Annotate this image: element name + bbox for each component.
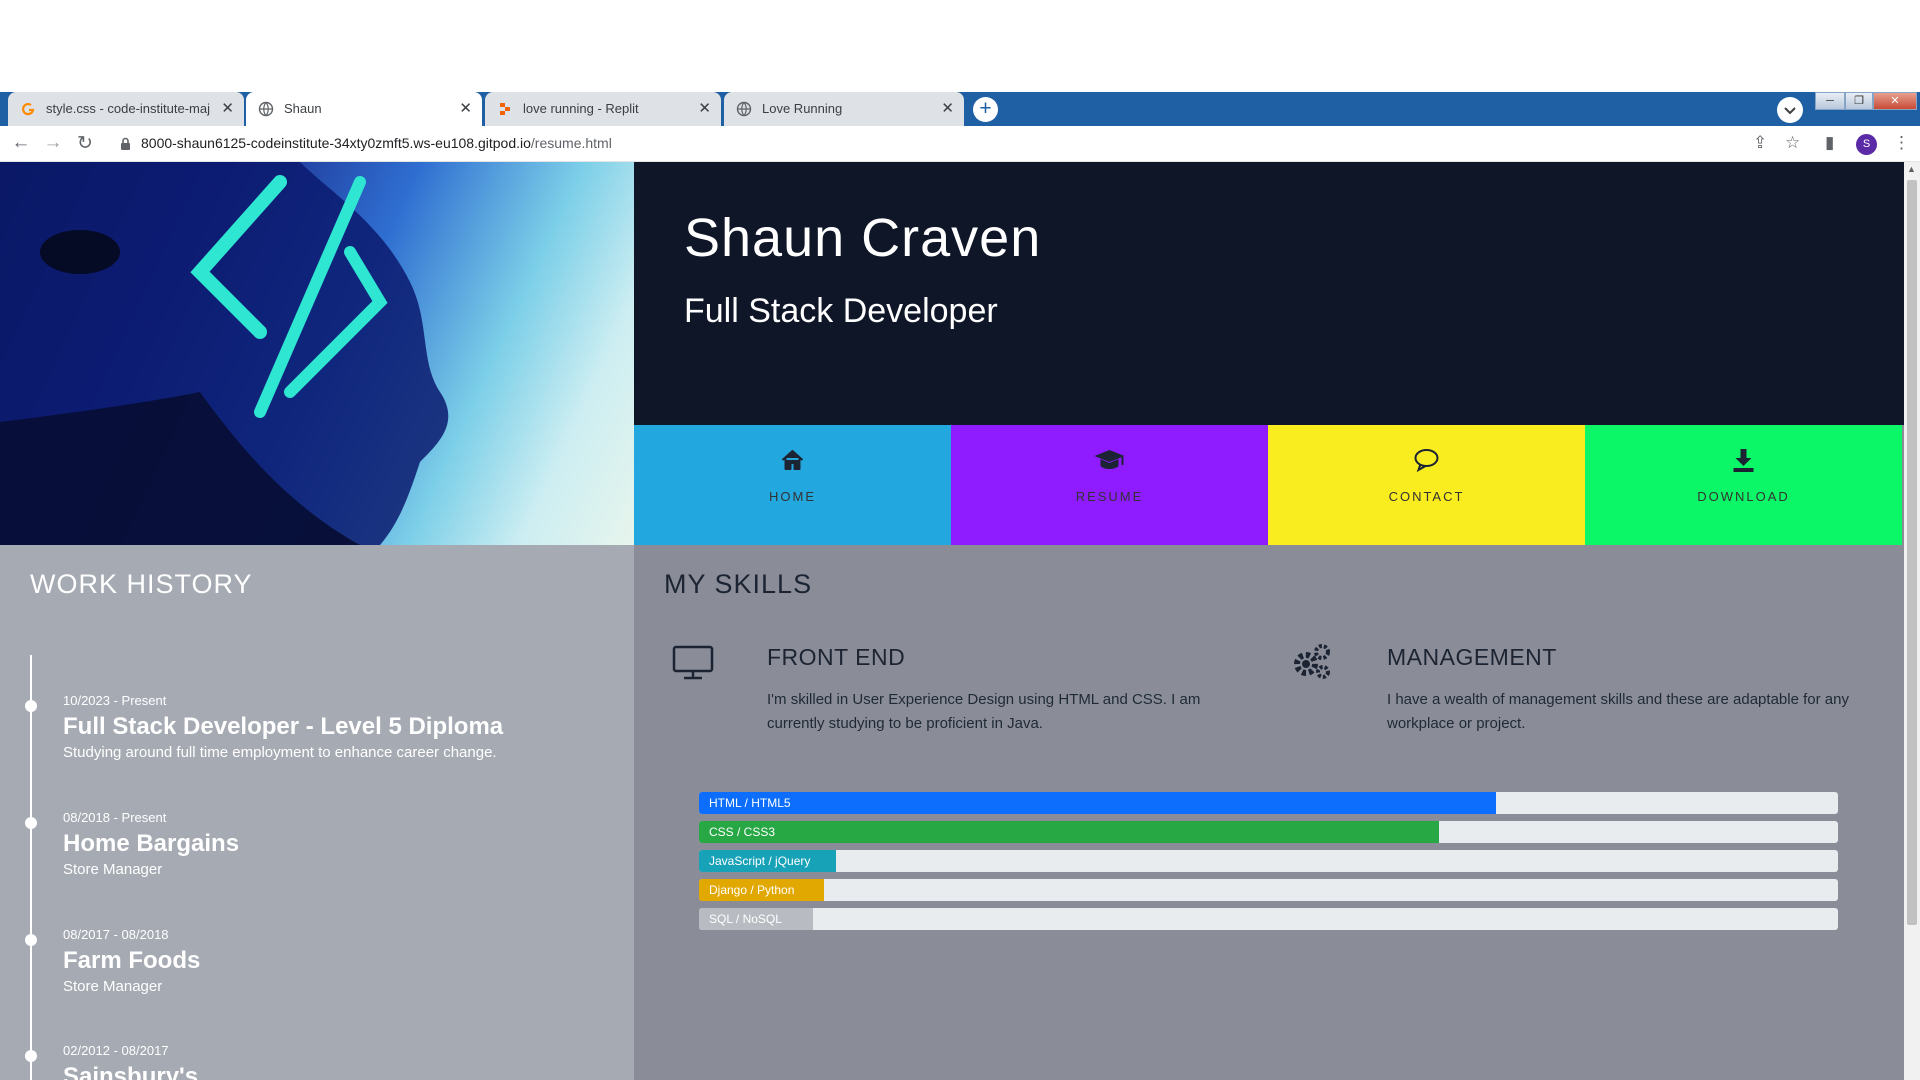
skill-bar-html: HTML / HTML5 xyxy=(699,792,1838,814)
browser-toolbar: ← → ↻ 8000-shaun6125-codeinstitute-34xty… xyxy=(0,126,1920,162)
skill-description: I'm skilled in User Experience Design us… xyxy=(767,691,1201,732)
job-dates: 02/2012 - 08/2017 xyxy=(63,1043,169,1058)
tab-title: style.css - code-institute-major-p xyxy=(46,101,210,116)
job-dates: 10/2023 - Present xyxy=(63,693,167,708)
section-title: WORK HISTORY xyxy=(30,569,253,599)
side-panel-icon[interactable]: ▮ xyxy=(1825,133,1834,153)
profile-photo xyxy=(0,162,634,545)
scroll-up-arrow-icon[interactable]: ▲ xyxy=(1907,164,1916,174)
skill-bar-label: SQL / NoSQL xyxy=(709,912,782,926)
skill-bar-label: JavaScript / jQuery xyxy=(709,854,811,868)
back-icon[interactable]: ← xyxy=(9,132,33,154)
address-bar[interactable]: 8000-shaun6125-codeinstitute-34xty0zmft5… xyxy=(141,135,612,151)
job-description: Store Manager xyxy=(63,861,163,878)
page-title: Shaun Craven xyxy=(684,208,1042,268)
skill-bar-javascript: JavaScript / jQuery xyxy=(699,850,1838,872)
nav-contact[interactable]: CONTACT xyxy=(1268,425,1585,545)
close-window-button[interactable]: ✕ xyxy=(1873,92,1917,110)
job-title: Sainsbury's xyxy=(63,1063,199,1080)
skill-heading: MANAGEMENT xyxy=(1387,644,1557,670)
header-panel: Shaun Craven Full Stack Developer xyxy=(634,162,1904,425)
home-icon xyxy=(781,450,804,470)
close-icon[interactable]: ✕ xyxy=(459,99,472,117)
skill-bar-label: CSS / CSS3 xyxy=(709,825,776,839)
globe-favicon xyxy=(258,101,274,117)
tab-title: Love Running xyxy=(762,101,843,116)
skill-bar-label: Django / Python xyxy=(709,883,795,897)
skill-bar-django: Django / Python xyxy=(699,879,1838,901)
tab-title: Shaun xyxy=(284,101,322,116)
url-path: /resume.html xyxy=(530,135,612,151)
menu-kebab-icon[interactable]: ⋮ xyxy=(1893,133,1910,153)
graduation-cap-icon xyxy=(1094,450,1125,469)
profile-portrait-image xyxy=(0,162,449,545)
skill-bar-sql: SQL / NoSQL xyxy=(699,908,1838,930)
tab-replit[interactable]: love running - Replit ✕ xyxy=(485,92,721,126)
timeline-dot xyxy=(25,1050,37,1062)
new-tab-button[interactable]: + xyxy=(973,97,998,122)
close-icon[interactable]: ✕ xyxy=(941,99,954,117)
monitor-icon xyxy=(672,645,714,680)
timeline-line xyxy=(30,655,32,1080)
profile-avatar[interactable]: S xyxy=(1856,134,1877,155)
timeline-dot xyxy=(25,934,37,946)
lock-icon[interactable] xyxy=(120,137,131,151)
skill-bar-label: HTML / HTML5 xyxy=(709,796,791,810)
globe-favicon xyxy=(736,101,752,117)
tab-stylecss[interactable]: style.css - code-institute-major-p ✕ xyxy=(8,92,244,126)
tab-shaun[interactable]: Shaun ✕ xyxy=(246,92,482,126)
work-history-section: WORK HISTORY 10/2023 - Present Full Stac… xyxy=(0,545,634,1080)
bookmark-star-icon[interactable]: ☆ xyxy=(1785,133,1800,153)
tab-title: love running - Replit xyxy=(523,101,639,116)
skill-description: I have a wealth of management skills and… xyxy=(1387,691,1849,732)
close-icon[interactable]: ✕ xyxy=(698,99,711,117)
skill-bar-fill xyxy=(699,792,1497,814)
url-host: 8000-shaun6125-codeinstitute-34xty0zmft5… xyxy=(141,135,531,151)
close-icon[interactable]: ✕ xyxy=(221,99,234,117)
tab-search-button[interactable] xyxy=(1777,97,1803,123)
nav-label: RESUME xyxy=(1075,489,1144,504)
nav-label: CONTACT xyxy=(1388,489,1465,504)
job-title: Full Stack Developer - Level 5 Diploma xyxy=(63,713,504,740)
tab-love-running[interactable]: Love Running ✕ xyxy=(724,92,964,126)
forward-icon[interactable]: → xyxy=(41,132,65,154)
replit-favicon xyxy=(500,103,510,115)
job-dates: 08/2017 - 08/2018 xyxy=(63,927,169,942)
timeline-dot xyxy=(25,817,37,829)
timeline-dot xyxy=(25,700,37,712)
nav-home[interactable]: HOME xyxy=(634,425,951,545)
tab-strip: style.css - code-institute-major-p ✕ Sha… xyxy=(0,92,1920,126)
scrollbar-thumb[interactable] xyxy=(1907,180,1917,925)
nav-download[interactable]: DOWNLOAD xyxy=(1585,425,1902,545)
job-description: Studying around full time employment to … xyxy=(63,744,497,761)
job-title: Farm Foods xyxy=(63,947,201,974)
nav-label: DOWNLOAD xyxy=(1697,489,1790,504)
chevron-down-icon xyxy=(1784,107,1796,115)
page-scrollbar[interactable]: ▲ xyxy=(1904,162,1920,1080)
nav-resume[interactable]: RESUME xyxy=(951,425,1268,545)
skill-heading: FRONT END xyxy=(767,644,906,670)
skill-bar-fill xyxy=(699,821,1440,843)
job-dates: 08/2018 - Present xyxy=(63,810,167,825)
download-icon xyxy=(1733,449,1754,472)
share-icon[interactable]: ⇪ xyxy=(1753,133,1767,153)
resume-page: Shaun Craven Full Stack Developer HOME R… xyxy=(0,162,1904,1080)
restore-button[interactable]: ❐ xyxy=(1845,92,1873,110)
nav-label: HOME xyxy=(769,489,816,504)
job-title: Home Bargains xyxy=(63,830,240,857)
reload-icon[interactable]: ↻ xyxy=(73,132,97,155)
gears-icon xyxy=(1294,644,1330,679)
section-title: MY SKILLS xyxy=(664,569,813,599)
skill-bar-css: CSS / CSS3 xyxy=(699,821,1838,843)
page-subtitle: Full Stack Developer xyxy=(684,292,998,330)
job-description: Store Manager xyxy=(63,978,163,995)
minimize-button[interactable]: ─ xyxy=(1815,92,1845,110)
speech-bubble-icon xyxy=(1414,449,1439,473)
gitpod-favicon xyxy=(22,102,35,116)
